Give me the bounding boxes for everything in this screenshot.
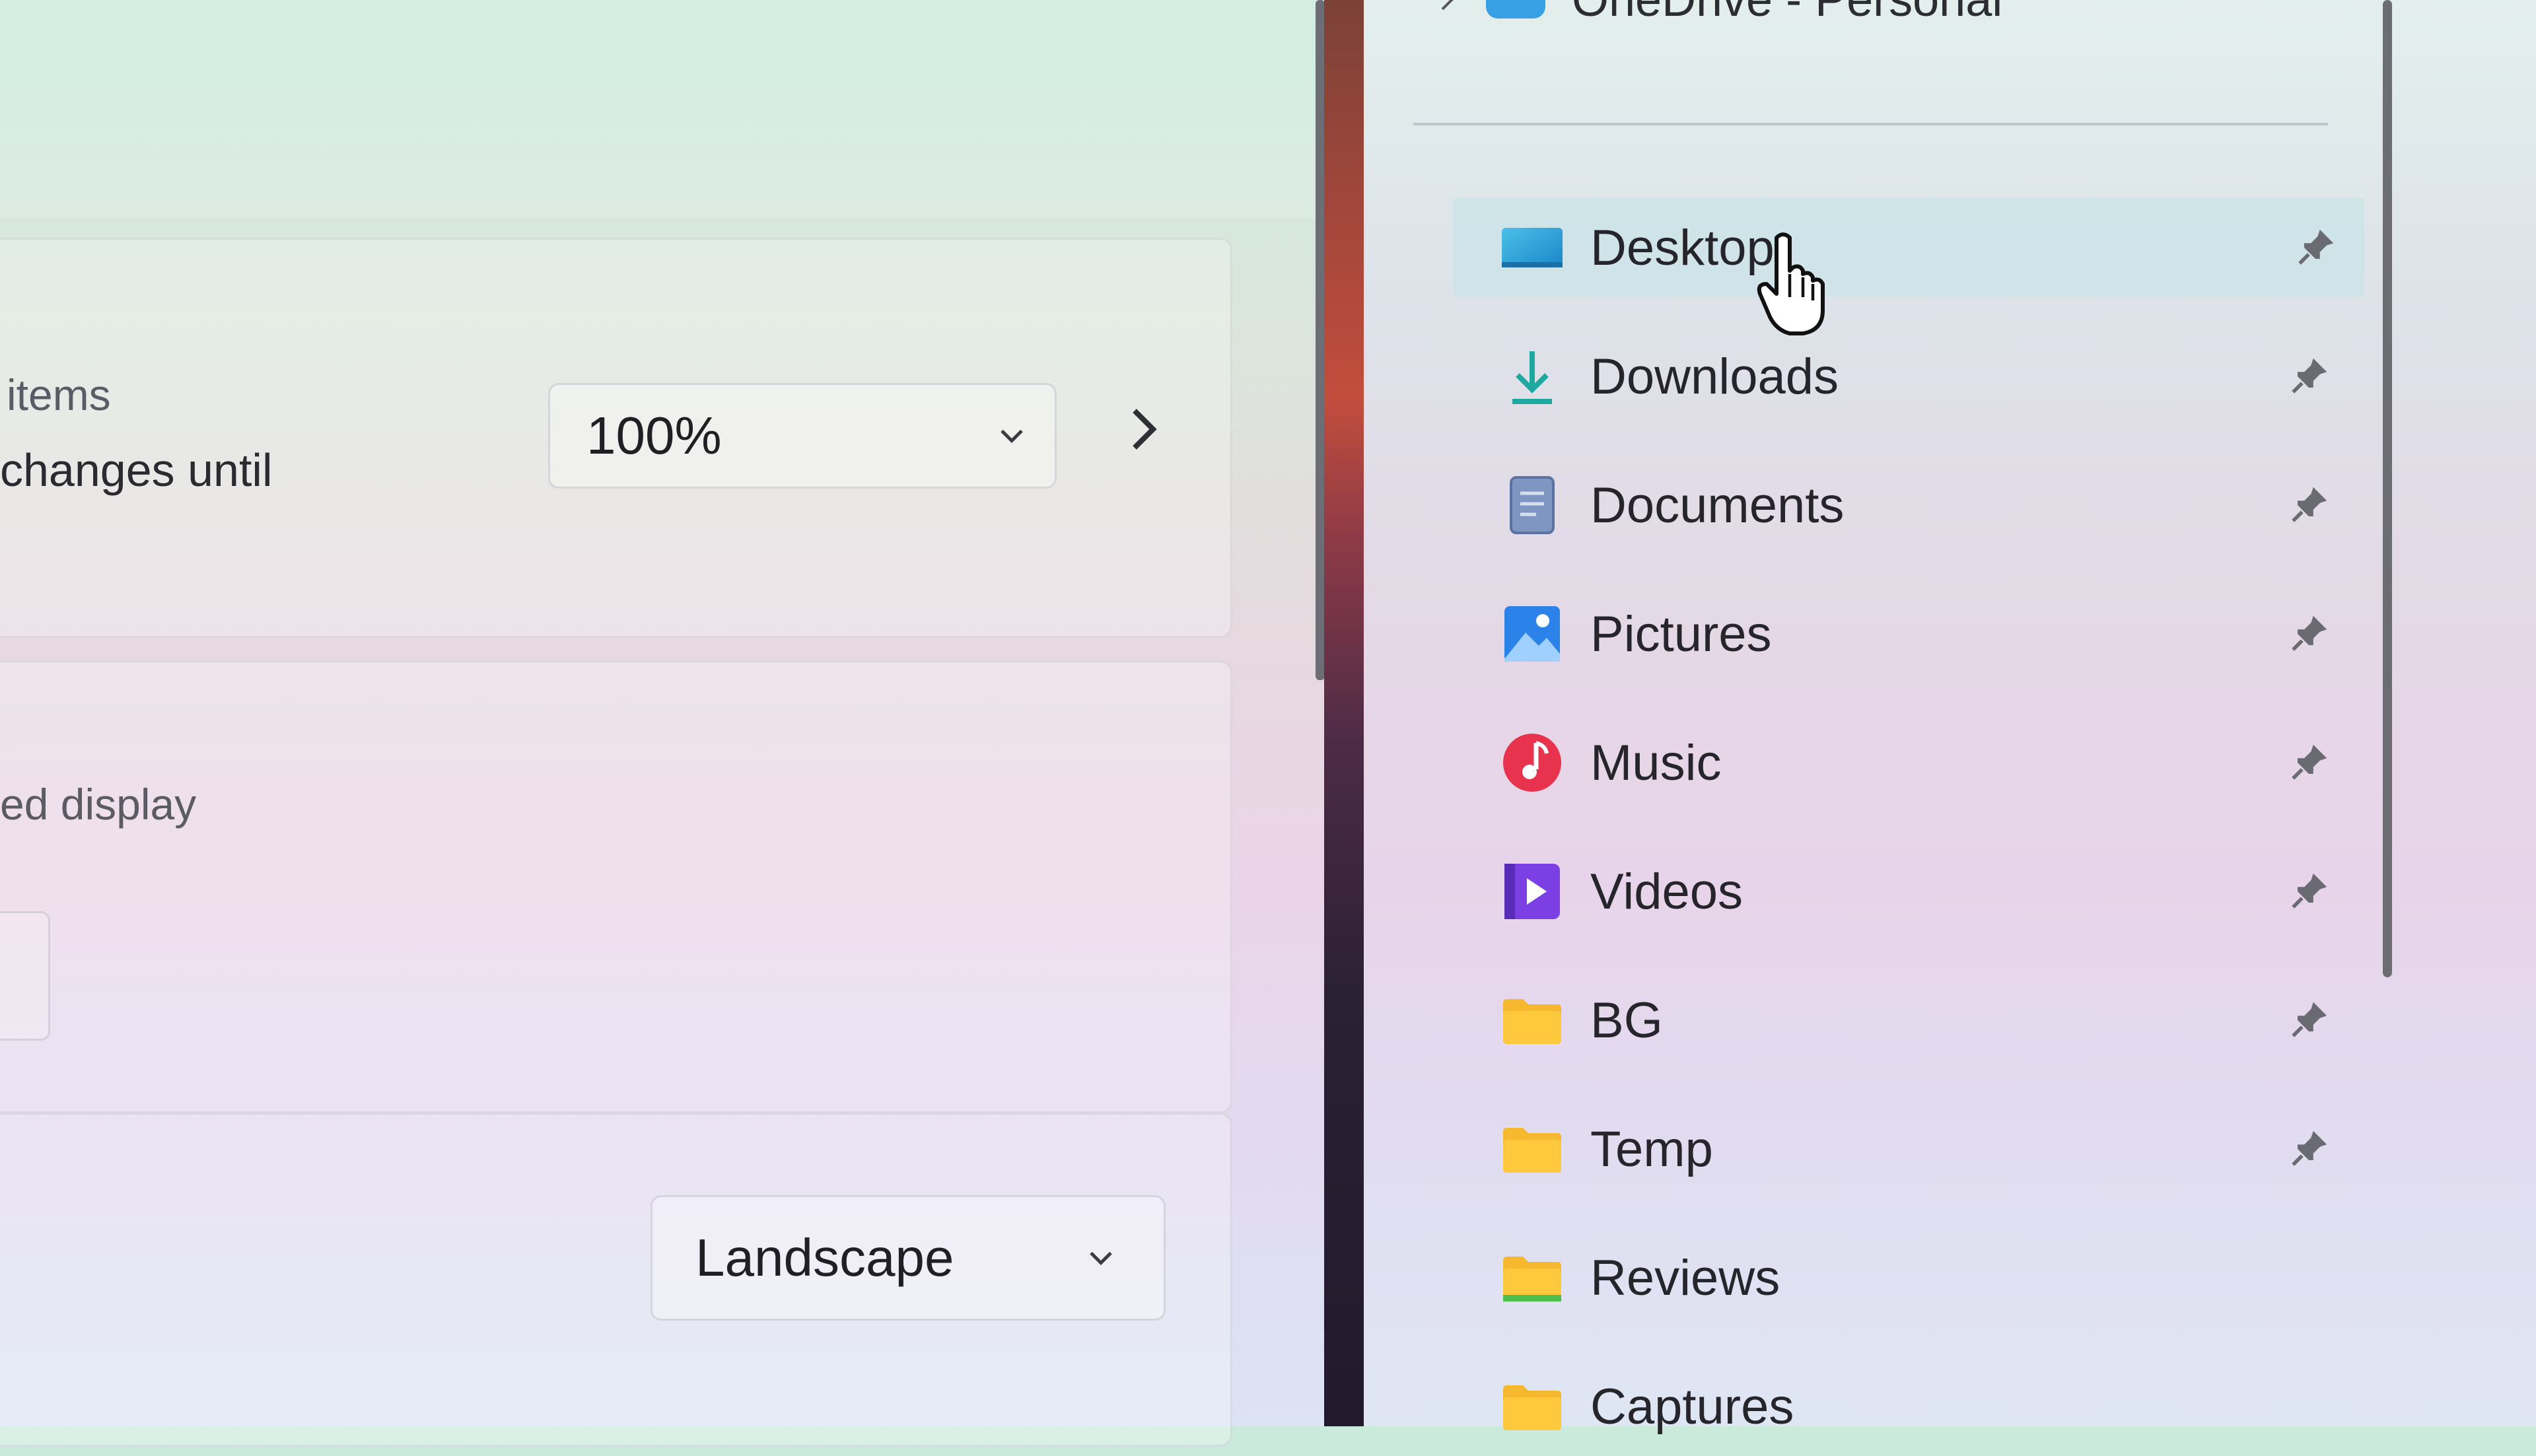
scale-description-line2: changes until (0, 444, 273, 496)
settings-scrollbar[interactable] (1316, 0, 1325, 680)
settings-window: items changes until 100% ed display Land… (0, 0, 1325, 1447)
settings-header-band (0, 0, 1324, 218)
nav-item-bg[interactable]: BG (1499, 971, 2358, 1070)
folder-icon (1503, 1128, 1561, 1173)
nav-item-label: Pictures (1590, 606, 1772, 662)
nav-item-downloads[interactable]: Downloads (1499, 327, 2358, 426)
nav-item-label: Temp (1590, 1121, 1713, 1177)
display-description: ed display (0, 780, 197, 829)
hand-cursor-icon (1757, 232, 1825, 335)
onedrive-nav-item[interactable]: OneDrive - Personal (1433, 0, 2002, 26)
explorer-scrollbar[interactable] (2383, 0, 2392, 977)
nav-separator (1413, 123, 2328, 125)
chevron-down-icon (1090, 1251, 1112, 1266)
onedrive-icon (1486, 0, 1545, 18)
scale-description-line1: items (7, 370, 111, 419)
nav-item-label: Desktop (1590, 219, 1775, 276)
display-setting-card (0, 660, 1232, 1113)
orientation-dropdown-value: Landscape (695, 1228, 954, 1287)
nav-item-label: Downloads (1590, 348, 1839, 405)
videos-icon (1504, 864, 1560, 919)
nav-item-music[interactable]: Music (1499, 713, 2358, 812)
nav-item-temp[interactable]: Temp (1499, 1099, 2358, 1198)
display-subpanel (0, 911, 50, 1041)
folder-icon (1503, 999, 1561, 1044)
music-icon (1503, 734, 1561, 792)
desktop-wallpaper-strip (1324, 0, 1364, 1426)
pin-icon[interactable] (2293, 225, 2338, 270)
orientation-dropdown[interactable]: Landscape (651, 1195, 1166, 1321)
pin-icon[interactable] (2286, 1127, 2331, 1171)
nav-item-documents[interactable]: Documents (1499, 456, 2358, 555)
pin-icon[interactable] (2286, 483, 2331, 528)
onedrive-label: OneDrive - Personal (1572, 0, 2003, 26)
nav-item-pictures[interactable]: Pictures (1499, 584, 2358, 683)
scale-dropdown[interactable]: 100% (548, 383, 1057, 489)
nav-item-label: Reviews (1590, 1249, 1780, 1306)
chevron-down-icon (1001, 429, 1023, 444)
nav-item-label: Captures (1590, 1378, 1794, 1435)
folder-icon (1503, 1385, 1561, 1430)
nav-item-label: Documents (1590, 477, 1845, 534)
desktop-icon (1502, 228, 1563, 267)
nav-item-reviews[interactable]: Reviews (1499, 1228, 2358, 1327)
nav-item-captures[interactable]: Captures (1499, 1357, 2358, 1456)
pictures-icon (1504, 606, 1560, 662)
downloads-icon (1512, 351, 1552, 404)
nav-item-label: Videos (1590, 863, 1744, 920)
pin-icon[interactable] (2286, 740, 2331, 785)
nav-item-label: BG (1590, 992, 1663, 1049)
chevron-right-icon[interactable] (1123, 403, 1162, 456)
documents-icon (1510, 476, 1555, 534)
nav-item-desktop[interactable]: Desktop (1453, 198, 2364, 297)
nav-item-videos[interactable]: Videos (1499, 842, 2358, 941)
pin-icon[interactable] (2286, 869, 2331, 914)
nav-item-label: Music (1590, 734, 1722, 791)
folder-icon (1503, 1257, 1561, 1301)
chevron-right-icon[interactable] (1433, 0, 1460, 13)
scale-dropdown-value: 100% (586, 406, 722, 465)
pin-icon[interactable] (2286, 611, 2331, 656)
pin-icon[interactable] (2286, 354, 2331, 399)
pin-icon[interactable] (2286, 998, 2331, 1043)
